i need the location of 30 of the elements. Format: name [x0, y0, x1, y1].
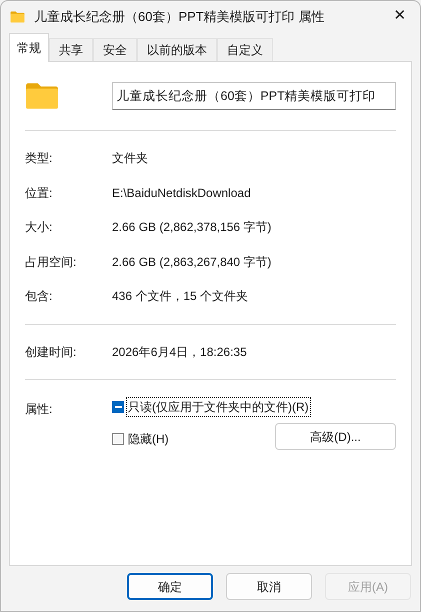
tab[interactable]: 常规 [9, 33, 49, 62]
dialog-button[interactable]: 确定 [127, 573, 213, 600]
field-value: 文件夹 [112, 150, 148, 168]
field-label: 属性: [25, 401, 54, 418]
name-field[interactable]: 儿童成长纪念册（60套）PPT精美模版可打印 [112, 82, 396, 110]
tab[interactable]: 共享 [49, 38, 93, 61]
advanced-button[interactable]: 高级(D)... [275, 423, 396, 450]
close-button[interactable]: ✕ [390, 6, 410, 26]
tab[interactable]: 以前的版本 [137, 38, 217, 61]
field-label: 大小: [25, 219, 54, 236]
checkbox-label: 隐藏(H) [127, 430, 170, 448]
field-value: 2.66 GB (2,862,378,156 字节) [112, 219, 272, 236]
folder-icon [10, 10, 25, 22]
checkbox[interactable] [112, 432, 124, 444]
field-value: 2026年6月4日，18:26:35 [112, 344, 247, 361]
field-label: 类型: [25, 150, 54, 168]
tab[interactable]: 自定义 [217, 38, 273, 61]
field-label: 占用空间: [25, 254, 78, 271]
checkbox-label: 只读(仅应用于文件夹中的文件)(R) [127, 398, 310, 416]
field-value: E:\BaiduNetdiskDownload [112, 184, 251, 202]
tab[interactable]: 安全 [93, 38, 137, 61]
field-label: 位置: [25, 184, 54, 202]
field-value: 436 个文件，15 个文件夹 [112, 288, 248, 306]
window-title: 儿童成长纪念册（60套）PPT精美模版可打印 属性 [34, 8, 326, 26]
field-label: 创建时间: [25, 344, 78, 361]
field-value: 2.66 GB (2,863,267,840 字节) [112, 254, 272, 271]
dialog-button[interactable]: 取消 [226, 573, 312, 600]
field-label: 包含: [25, 288, 54, 306]
folder-icon [25, 81, 59, 111]
checkbox[interactable] [112, 401, 124, 413]
